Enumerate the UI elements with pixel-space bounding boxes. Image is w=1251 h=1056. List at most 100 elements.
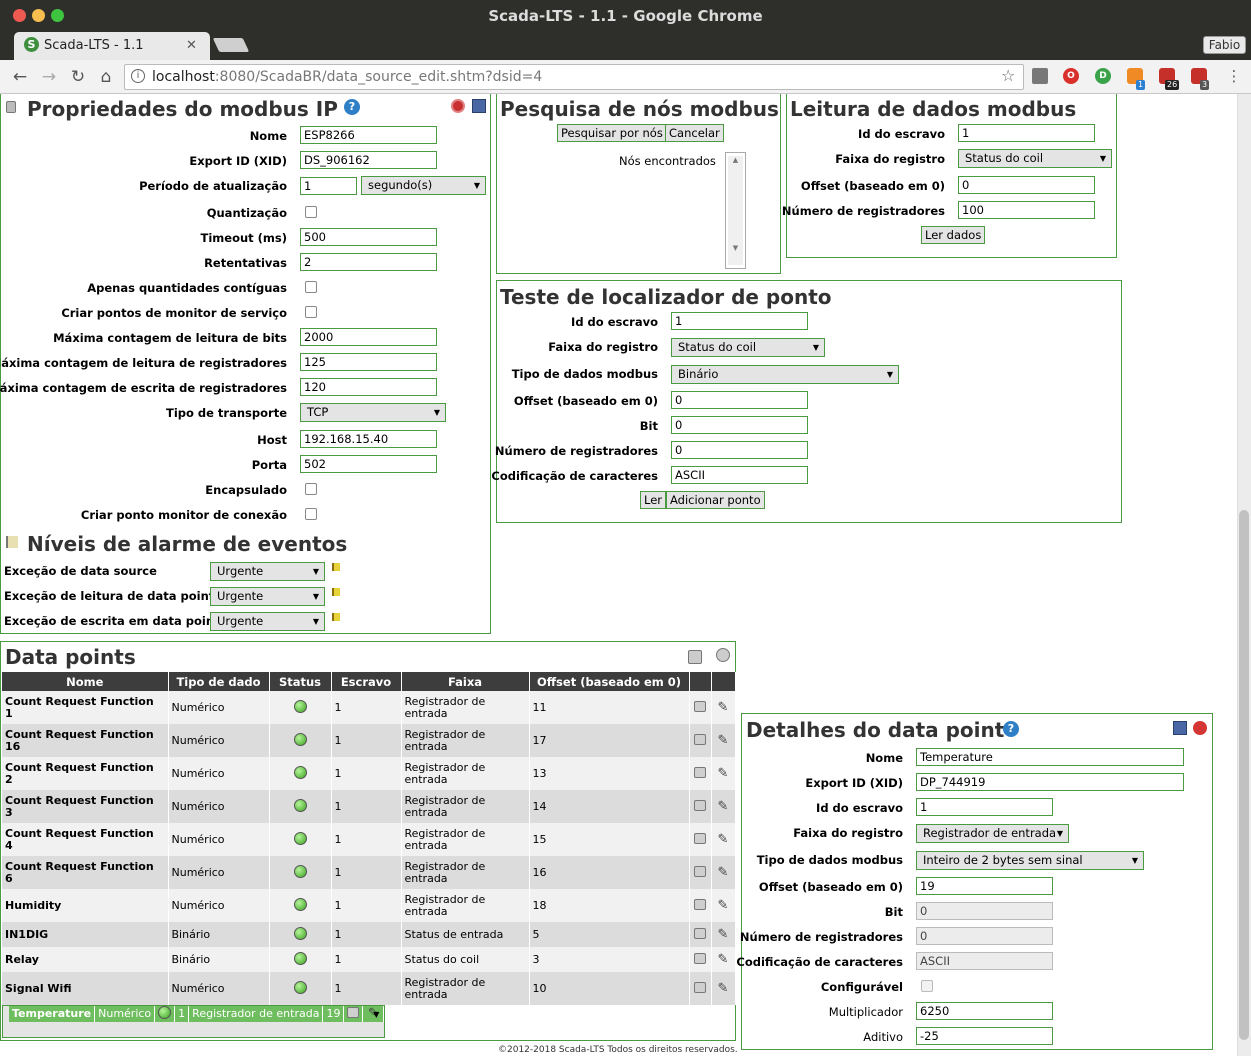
column-header[interactable]: Nome [2, 672, 169, 691]
found-nodes-list[interactable]: ▲ ▼ [725, 152, 746, 269]
toggle-datapoint-icon[interactable] [694, 981, 706, 993]
table-row[interactable]: Count Request Function 16 Numérico 1 Regist… [2, 724, 736, 757]
table-row[interactable]: Signal Wifi Numérico 1 Registrador de entra… [2, 972, 736, 1005]
save-datapoint-icon[interactable] [1173, 721, 1187, 735]
loc-offset-input[interactable]: 0 [671, 391, 808, 409]
column-header[interactable]: Tipo de dado [168, 672, 270, 691]
dp-charset-input[interactable]: ASCII [916, 952, 1053, 970]
loc-count-input[interactable]: 0 [671, 441, 808, 459]
edit-datapoint-icon[interactable]: ✎ [716, 832, 730, 847]
table-row[interactable]: Humidity Numérico 1 Registrador de entrada 1… [2, 889, 736, 922]
info-icon[interactable]: i [131, 69, 145, 83]
dp-mult-input[interactable]: 6250 [916, 1002, 1053, 1020]
loc-charset-input[interactable]: ASCII [671, 466, 808, 484]
toggle-datapoint-icon[interactable] [694, 952, 706, 964]
address-bar[interactable]: localhost:8080/ScadaBR/data_source_edit.… [124, 64, 1024, 90]
toggle-datapoint-icon[interactable] [694, 927, 706, 939]
details-help-icon[interactable]: ? [1003, 721, 1019, 737]
read-data-button[interactable]: Ler dados [921, 226, 986, 244]
table-row[interactable]: Count Request Function 2 Numérico 1 Registr… [2, 757, 736, 790]
retentativas-input[interactable]: 2 [300, 253, 437, 271]
dp-nome-input[interactable]: Temperature [916, 748, 1184, 766]
table-row[interactable]: IN1DIG Binário 1 Status de entrada 5 ✎ [2, 922, 736, 947]
back-icon[interactable]: ← [10, 67, 30, 87]
found-nodes-scrollbar[interactable]: ▲ ▼ [728, 156, 743, 265]
browser-tab[interactable]: Scada-LTS - 1.1 [14, 32, 210, 60]
alarm-level-select[interactable]: Urgente [210, 562, 325, 581]
conexao-checkbox[interactable] [305, 508, 317, 520]
monitor-checkbox[interactable] [305, 306, 317, 318]
toggle-datapoint-icon[interactable] [347, 1007, 360, 1018]
toggle-datapoint-icon[interactable] [694, 832, 706, 844]
host-input[interactable]: 192.168.15.40 [300, 430, 437, 448]
periodo-unit-select[interactable]: segundo(s) [361, 176, 486, 195]
add-point-button[interactable]: Adicionar ponto [666, 491, 765, 509]
bookmark-star-icon[interactable]: ☆ [1001, 66, 1015, 85]
transporte-select[interactable]: TCP [300, 403, 446, 422]
edit-datapoint-icon[interactable]: ✎ [716, 700, 730, 715]
quantizacao-checkbox[interactable] [305, 206, 317, 218]
dp-range-select[interactable]: Registrador de entrada [916, 824, 1069, 843]
dp-count-input[interactable]: 0 [916, 927, 1053, 945]
scrollbar-thumb[interactable] [1239, 510, 1249, 1040]
profile-button[interactable]: Fabio [1203, 36, 1246, 54]
datapoints-db-icon[interactable] [688, 650, 702, 664]
maxreg-input[interactable]: 125 [300, 353, 437, 371]
add-datapoint-icon[interactable] [716, 648, 730, 662]
column-header[interactable]: Status [269, 672, 332, 691]
column-header[interactable]: Escravo [331, 672, 402, 691]
table-row[interactable]: Count Request Function 6 Numérico 1 Registr… [2, 856, 736, 889]
help-icon[interactable]: ? [344, 99, 360, 115]
tab-close-icon[interactable]: ✕ [186, 32, 200, 60]
dp-slave-input[interactable]: 1 [916, 798, 1053, 816]
locator-read-button[interactable]: Ler [640, 491, 667, 509]
close-window-button[interactable] [13, 9, 26, 22]
toggle-datapoint-icon[interactable] [694, 865, 706, 877]
home-icon[interactable]: ⌂ [96, 67, 116, 87]
toggle-datapoint-icon[interactable] [694, 700, 706, 712]
table-row[interactable]: Count Request Function 1 Numérico 1 Registr… [2, 691, 736, 724]
maxbits-input[interactable]: 2000 [300, 328, 437, 346]
table-row[interactable]: Relay Binário 1 Status do coil 3 ✎ [2, 947, 736, 972]
dp-bit-input[interactable]: 0 [916, 902, 1053, 920]
table-row[interactable]: Count Request Function 3 Numérico 1 Registr… [2, 790, 736, 823]
reload-icon[interactable]: ↻ [68, 67, 88, 87]
alarm-level-select[interactable]: Urgente [210, 587, 325, 606]
toggle-datapoint-icon[interactable] [694, 799, 706, 811]
loc-datatype-select[interactable]: Binário [671, 365, 899, 384]
xid-input[interactable]: DS_906162 [300, 151, 437, 169]
dp-xid-input[interactable]: DP_744919 [916, 773, 1184, 791]
timeout-input[interactable]: 500 [300, 228, 437, 246]
toggle-datapoint-icon[interactable] [694, 733, 706, 745]
edit-datapoint-icon[interactable]: ✎ [716, 927, 730, 942]
save-datasource-icon[interactable] [472, 99, 486, 113]
edit-datapoint-icon[interactable]: ✎ [716, 733, 730, 748]
extension-d-icon[interactable]: D [1095, 68, 1111, 84]
encapsulado-checkbox[interactable] [305, 483, 317, 495]
alarm-level-select[interactable]: Urgente [210, 612, 325, 631]
read-count-input[interactable]: 100 [958, 201, 1095, 219]
loc-range-select[interactable]: Status do coil [671, 338, 825, 357]
nome-input[interactable]: ESP8266 [300, 126, 437, 144]
contiguas-checkbox[interactable] [305, 281, 317, 293]
read-offset-input[interactable]: 0 [958, 176, 1095, 194]
table-row[interactable]: Temperature Numérico 1 Registrador de entra… [2, 1005, 386, 1038]
toggle-datapoint-icon[interactable] [694, 898, 706, 910]
porta-input[interactable]: 502 [300, 455, 437, 473]
dp-configuravel-checkbox[interactable] [921, 980, 933, 992]
edit-datapoint-icon[interactable]: ✎ [716, 865, 730, 880]
edit-datapoint-icon[interactable]: ✎ [716, 981, 730, 996]
table-row[interactable]: Count Request Function 4 Numérico 1 Registr… [2, 823, 736, 856]
delete-datasource-icon[interactable] [451, 99, 465, 113]
cast-icon[interactable] [1032, 68, 1048, 84]
read-slave-input[interactable]: 1 [958, 124, 1095, 142]
edit-datapoint-icon[interactable]: ✎ [366, 1007, 380, 1021]
loc-bit-input[interactable]: 0 [671, 416, 808, 434]
maximize-window-button[interactable] [51, 9, 64, 22]
search-nodes-button[interactable]: Pesquisar por nós [557, 124, 667, 142]
read-range-select[interactable]: Status do coil [958, 149, 1112, 168]
edit-datapoint-icon[interactable]: ✎ [716, 799, 730, 814]
column-header[interactable]: Offset (baseado em 0) [529, 672, 690, 691]
periodo-input[interactable]: 1 [300, 177, 357, 195]
edit-datapoint-icon[interactable]: ✎ [716, 766, 730, 781]
